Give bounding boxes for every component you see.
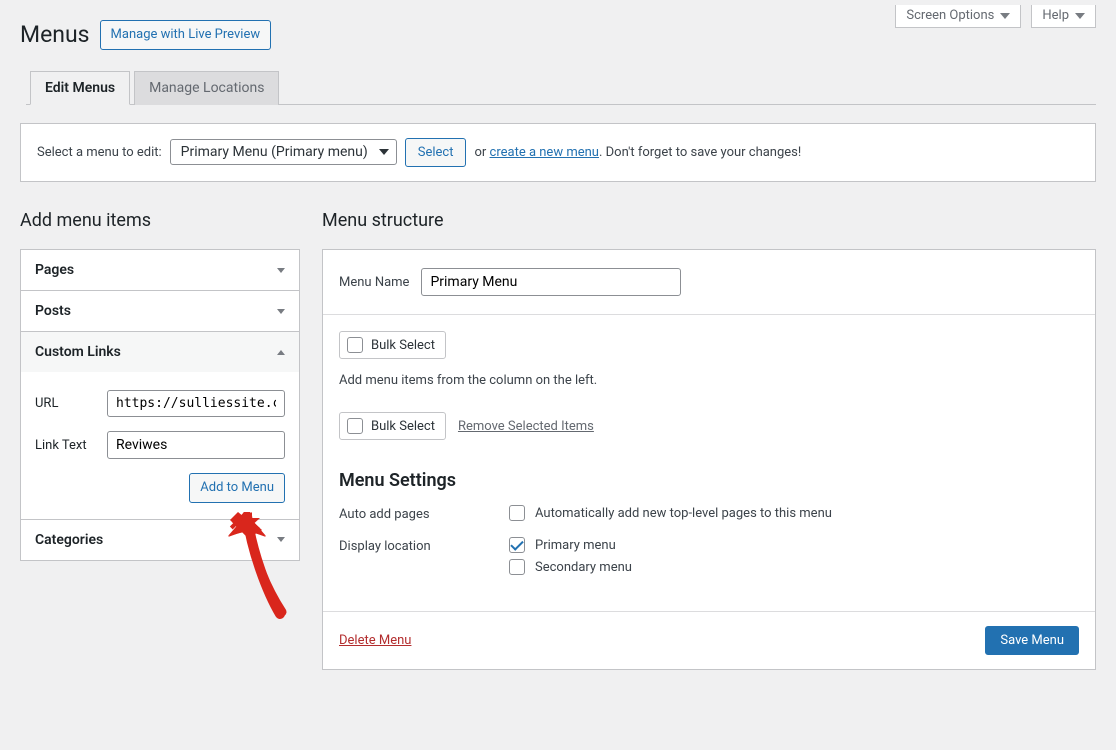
add-to-menu-button[interactable]: Add to Menu [189, 473, 285, 503]
link-text-label: Link Text [35, 438, 97, 453]
chevron-down-icon [277, 309, 285, 314]
screen-options-button[interactable]: Screen Options [895, 5, 1021, 28]
accordion-custom-links-label: Custom Links [35, 344, 121, 360]
tab-manage-locations[interactable]: Manage Locations [134, 71, 279, 105]
chevron-down-icon [277, 268, 285, 273]
menu-structure-panel: Menu Name Bulk Select Add menu items fro… [322, 249, 1096, 670]
page-title: Menus [20, 21, 90, 48]
auto-add-label: Auto add pages [339, 505, 509, 522]
select-button[interactable]: Select [405, 138, 467, 168]
accordion-posts-label: Posts [35, 303, 71, 319]
add-menu-items-heading: Add menu items [20, 210, 300, 231]
help-label: Help [1042, 8, 1069, 23]
accordion-pages[interactable]: Pages [21, 250, 299, 290]
live-preview-button[interactable]: Manage with Live Preview [100, 20, 272, 50]
auto-add-checkbox[interactable] [509, 505, 525, 521]
bulk-select-checkbox[interactable] [347, 337, 363, 353]
save-menu-button[interactable]: Save Menu [985, 626, 1079, 655]
or-text: or [474, 145, 486, 160]
display-location-label: Display location [339, 537, 509, 554]
delete-menu-link[interactable]: Delete Menu [339, 633, 411, 648]
menu-settings-heading: Menu Settings [339, 470, 1079, 491]
url-input[interactable] [107, 390, 285, 417]
bulk-select-label: Bulk Select [371, 419, 435, 434]
chevron-up-icon [277, 350, 285, 355]
menu-structure-heading: Menu structure [322, 210, 1096, 231]
tab-edit-menus[interactable]: Edit Menus [30, 71, 130, 105]
accordion-custom-links[interactable]: Custom Links [21, 332, 299, 372]
helper-text: Add menu items from the column on the le… [339, 373, 1079, 388]
accordion-categories[interactable]: Categories [21, 520, 299, 560]
secondary-location-label: Secondary menu [535, 560, 632, 575]
primary-location-checkbox[interactable] [509, 537, 525, 553]
accordion-pages-label: Pages [35, 262, 74, 278]
url-label: URL [35, 396, 97, 411]
create-new-menu-link[interactable]: create a new menu [490, 145, 599, 160]
bulk-select-label: Bulk Select [371, 338, 435, 353]
link-text-input[interactable] [107, 431, 285, 459]
secondary-location-checkbox[interactable] [509, 559, 525, 575]
bulk-select-bottom[interactable]: Bulk Select [339, 412, 446, 440]
chevron-down-icon [1000, 13, 1010, 19]
accordion-posts[interactable]: Posts [21, 291, 299, 331]
auto-add-option-label: Automatically add new top-level pages to… [535, 506, 832, 521]
menu-select-value: Primary Menu (Primary menu) [170, 139, 397, 165]
after-text: . Don't forget to save your changes! [599, 145, 801, 160]
screen-options-label: Screen Options [906, 8, 994, 23]
help-button[interactable]: Help [1031, 5, 1096, 28]
chevron-down-icon [277, 537, 285, 542]
menu-name-input[interactable] [421, 268, 681, 296]
bulk-select-checkbox[interactable] [347, 418, 363, 434]
remove-selected-link[interactable]: Remove Selected Items [458, 419, 594, 434]
add-items-accordion: Pages Posts Custom Links [20, 249, 300, 561]
chevron-down-icon [1075, 13, 1085, 19]
chevron-down-icon [379, 149, 389, 155]
select-menu-label: Select a menu to edit: [37, 145, 162, 160]
accordion-categories-label: Categories [35, 532, 103, 548]
menu-select-bar: Select a menu to edit: Primary Menu (Pri… [20, 123, 1096, 183]
menu-name-label: Menu Name [339, 275, 409, 290]
bulk-select-top[interactable]: Bulk Select [339, 331, 446, 359]
menu-select[interactable]: Primary Menu (Primary menu) [170, 144, 397, 160]
primary-location-label: Primary menu [535, 538, 616, 553]
